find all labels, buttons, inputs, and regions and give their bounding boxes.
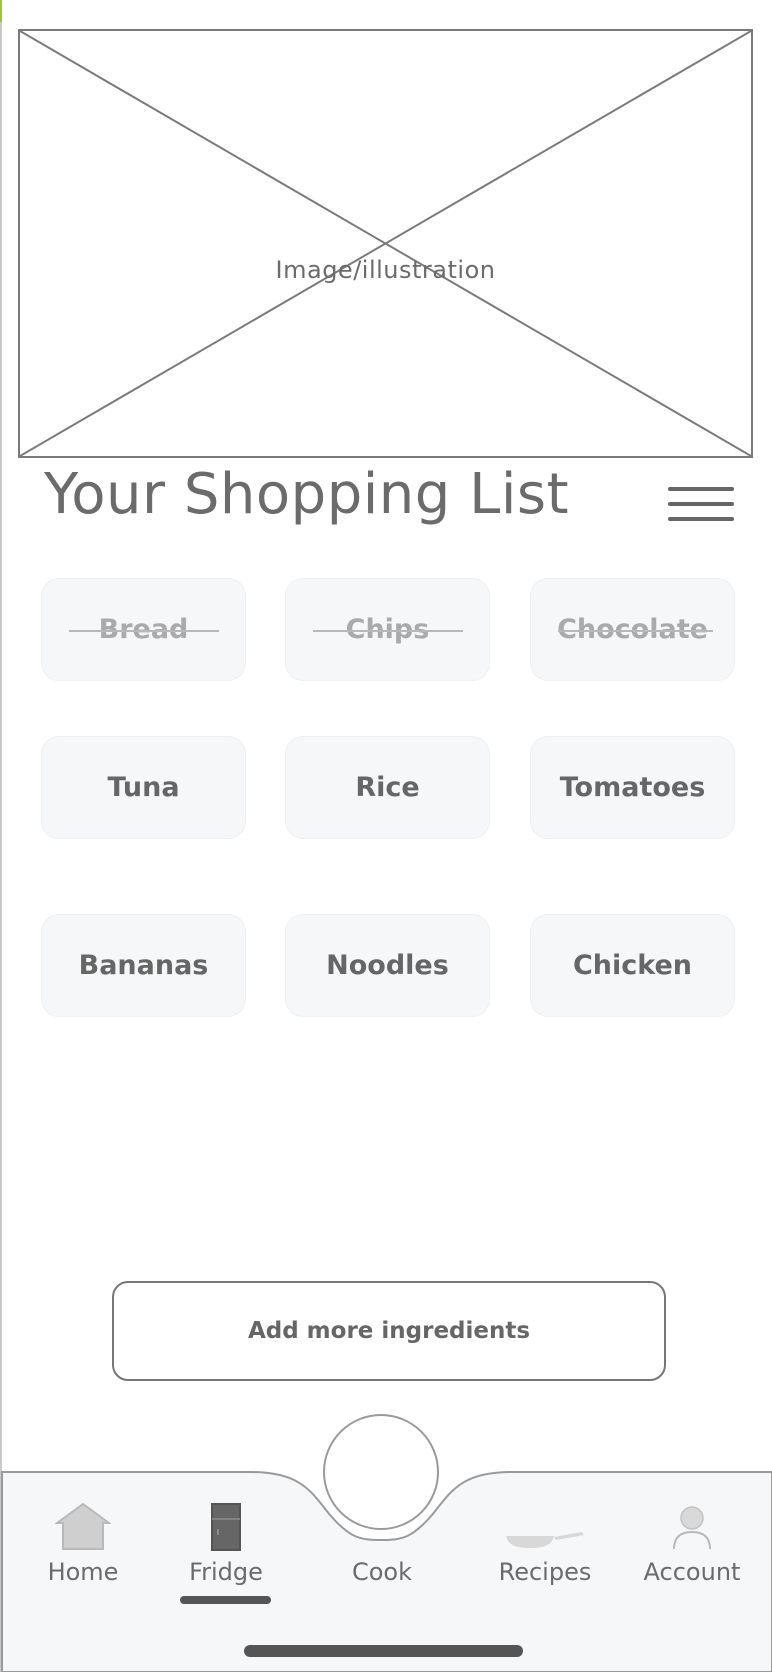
person-icon [627, 1501, 757, 1551]
list-item-chip[interactable]: Chicken [530, 914, 735, 1017]
item-label: Bananas [78, 950, 209, 981]
nav-label: Cook [351, 1558, 413, 1586]
list-item-chip[interactable]: Tuna [41, 736, 246, 839]
fridge-icon [161, 1501, 291, 1551]
nav-item-home[interactable]: Home [18, 1495, 148, 1605]
item-label: Tuna [107, 772, 180, 803]
item-label: Chicken [572, 950, 693, 981]
nav-item-recipes[interactable]: Recipes [480, 1495, 610, 1605]
hamburger-menu-icon[interactable] [668, 487, 734, 527]
nav-label: Recipes [498, 1558, 592, 1586]
list-item-chip[interactable]: Bananas [41, 914, 246, 1017]
list-item-chip[interactable]: Rice [285, 736, 490, 839]
nav-label: Account [643, 1558, 741, 1586]
nav-item-cook[interactable]: Cook [317, 1495, 447, 1605]
item-label: Tomatoes [559, 772, 706, 803]
page-title: Your Shopping List [44, 462, 570, 527]
list-item-chip[interactable]: Bread [41, 578, 246, 681]
list-item-chip[interactable]: Noodles [285, 914, 490, 1017]
item-label: Noodles [326, 950, 449, 981]
nav-label: Home [47, 1558, 119, 1586]
list-item-chip[interactable]: Chocolate [530, 578, 735, 681]
strikethrough-line [313, 630, 463, 632]
nav-item-account[interactable]: Account [627, 1495, 757, 1605]
nav-label: Fridge [189, 1558, 263, 1586]
edge-accent [0, 0, 2, 22]
strikethrough-line [69, 630, 219, 632]
house-icon [18, 1501, 148, 1551]
strikethrough-line [558, 630, 713, 632]
active-tab-indicator [180, 1596, 271, 1604]
placeholder-cross [20, 31, 751, 456]
hero-label: Image/illustration [275, 256, 496, 284]
add-ingredients-button[interactable]: Add more ingredients [112, 1281, 666, 1381]
hero-image-placeholder: Image/illustration [18, 29, 753, 458]
home-indicator [244, 1645, 523, 1657]
list-item-chip[interactable]: Tomatoes [530, 736, 735, 839]
item-label: Rice [355, 772, 420, 803]
frying-pan-icon [480, 1501, 610, 1551]
nav-item-fridge[interactable]: Fridge [161, 1495, 291, 1605]
list-item-chip[interactable]: Chips [285, 578, 490, 681]
